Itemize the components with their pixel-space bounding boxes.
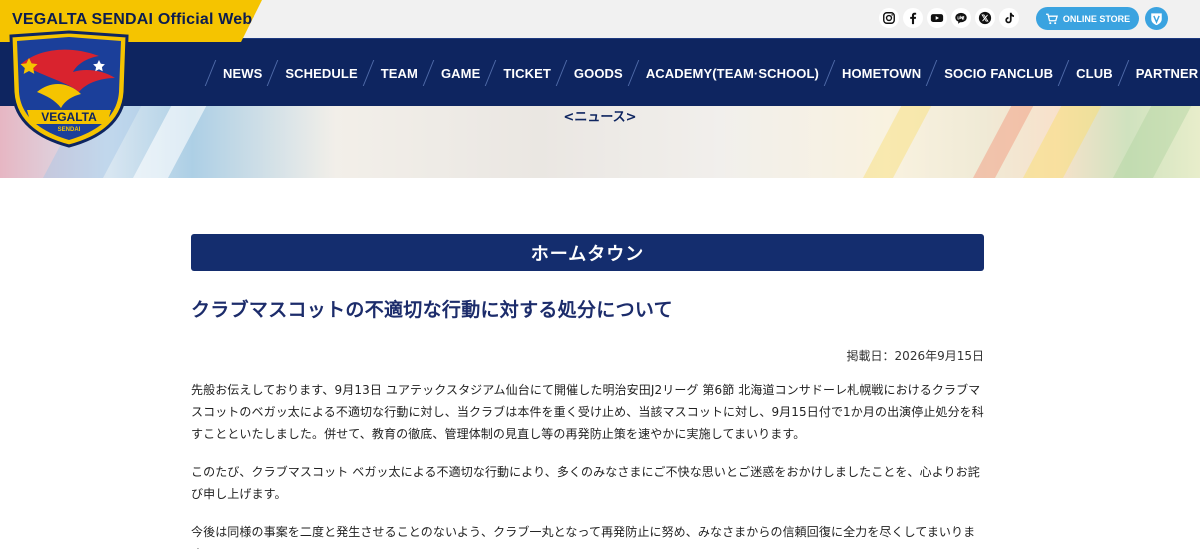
nav-item-news[interactable]: NEWS — [211, 66, 272, 81]
nav-item-partner[interactable]: PARTNER — [1124, 66, 1200, 81]
nav-menu: NEWS SCHEDULE TEAM GAME TICKET GOODS ACA… — [204, 39, 1200, 107]
online-store-button[interactable]: ONLINE STORE — [1036, 7, 1139, 30]
cart-icon — [1045, 13, 1058, 24]
logo-text: VEGALTA — [41, 110, 97, 124]
youtube-icon[interactable] — [927, 8, 947, 28]
nav-item-ticket[interactable]: TICKET — [491, 66, 561, 81]
article: ホームタウン クラブマスコットの不適切な行動に対する処分について 掲載日：202… — [191, 234, 984, 549]
publish-date: 掲載日：2026年9月15日 — [846, 349, 984, 363]
nav-item-hometown[interactable]: HOMETOWN — [830, 66, 931, 81]
instagram-icon[interactable] — [879, 8, 899, 28]
category-heading: ホームタウン — [191, 234, 984, 271]
nav-item-team[interactable]: TEAM — [369, 66, 428, 81]
nav-item-schedule[interactable]: SCHEDULE — [273, 66, 367, 81]
article-title: クラブマスコットの不適切な行動に対する処分について — [191, 299, 673, 321]
tiktok-icon[interactable] — [999, 8, 1019, 28]
nav-item-goods[interactable]: GOODS — [562, 66, 633, 81]
nav-item-club[interactable]: CLUB — [1064, 66, 1123, 81]
hero-banner: <ニュース> — [0, 106, 1200, 178]
online-store-label: ONLINE STORE — [1062, 13, 1131, 24]
social-links — [879, 8, 1019, 28]
article-paragraph: 今後は同様の事案を二度と発生させることのないよう、クラブ一丸となって再発防止に努… — [191, 525, 976, 549]
hero-heading: <ニュース> — [563, 110, 637, 125]
nav-item-socio-fanclub[interactable]: SOCIO FANCLUB — [932, 66, 1063, 81]
club-shield-button[interactable] — [1145, 7, 1168, 30]
x-icon[interactable] — [975, 8, 995, 28]
line-icon[interactable] — [951, 8, 971, 28]
nav-item-academy[interactable]: ACADEMY(TEAM·SCHOOL) — [634, 66, 829, 81]
article-paragraph: このたび、クラブマスコット ベガッ太による不適切な行動により、多くのみなさまにご… — [191, 465, 980, 501]
club-logo[interactable]: VEGALTA SENDAI — [7, 30, 131, 148]
shield-icon — [1151, 12, 1162, 25]
site-title[interactable]: VEGALTA SENDAI Official Website — [12, 11, 262, 29]
main-navigation: NEWS SCHEDULE TEAM GAME TICKET GOODS ACA… — [0, 38, 1200, 106]
nav-item-game[interactable]: GAME — [429, 66, 490, 81]
logo-subtext: SENDAI — [58, 127, 81, 133]
facebook-icon[interactable] — [903, 8, 923, 28]
article-paragraph: 先般お伝えしております、9月13日 ユアテックスタジアム仙台にて開催した明治安田… — [191, 383, 984, 441]
